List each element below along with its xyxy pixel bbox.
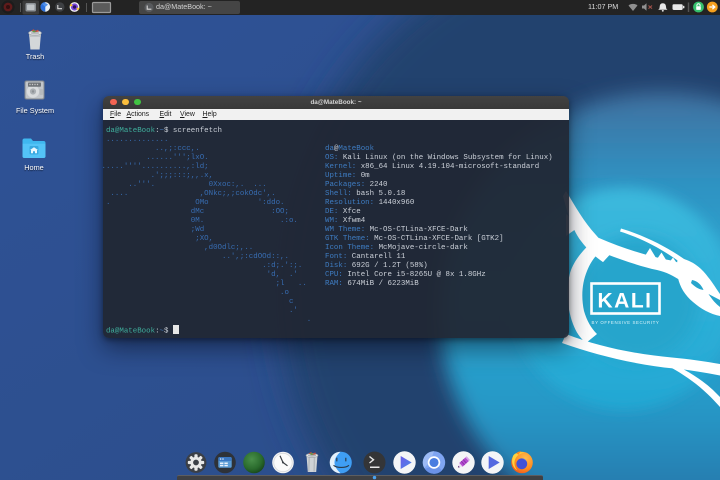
svg-text:KALI: KALI [598, 290, 653, 313]
svg-text:BY OFFENSIVE SECURITY: BY OFFENSIVE SECURITY [592, 320, 660, 325]
